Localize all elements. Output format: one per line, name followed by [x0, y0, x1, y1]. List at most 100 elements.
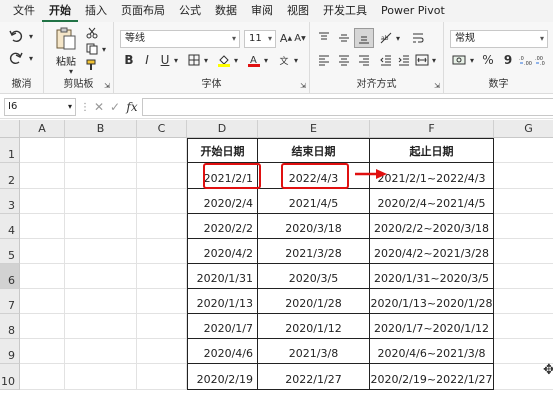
empty-cell[interactable] [20, 339, 65, 364]
empty-cell[interactable] [494, 163, 553, 189]
font-color-icon[interactable]: A [246, 52, 262, 68]
cell-end[interactable]: 2020/1/28 [258, 289, 370, 314]
empty-cell[interactable] [137, 339, 187, 364]
empty-cell[interactable] [20, 239, 65, 264]
cell-range[interactable]: 2020/4/6~2021/3/8 [370, 339, 494, 364]
empty-cell[interactable] [65, 289, 137, 314]
phonetic-icon[interactable]: 文 [276, 52, 292, 68]
copy-dropdown-icon[interactable]: ▾ [100, 42, 108, 56]
column-header-b[interactable]: B [65, 120, 137, 138]
menu-page-layout[interactable]: 页面布局 [114, 0, 172, 22]
select-all-corner[interactable] [0, 120, 20, 138]
comma-style-icon[interactable]: 9 [500, 52, 516, 68]
insert-function-icon[interactable]: fx [124, 99, 140, 115]
empty-cell[interactable] [137, 314, 187, 339]
empty-cell[interactable] [137, 138, 187, 163]
empty-cell[interactable] [494, 214, 553, 239]
name-box-dropdown-icon[interactable]: ▾ [68, 99, 72, 115]
borders-icon[interactable] [186, 52, 202, 68]
empty-cell[interactable] [65, 364, 137, 390]
empty-cell[interactable] [494, 314, 553, 339]
column-header-e[interactable]: E [258, 120, 370, 138]
cell-start[interactable]: 2020/4/6 [187, 339, 258, 364]
alignment-launcher-icon[interactable]: ⇲ [433, 82, 441, 90]
format-painter-icon[interactable] [84, 58, 100, 72]
empty-cell[interactable] [137, 214, 187, 239]
empty-cell[interactable] [137, 239, 187, 264]
cell-start[interactable]: 2020/1/13 [187, 289, 258, 314]
header-cell-start[interactable]: 开始日期 [187, 138, 258, 163]
row-header-3[interactable]: 3 [0, 189, 20, 214]
accounting-dropdown-icon[interactable]: ▾ [468, 52, 476, 68]
fill-color-dropdown-icon[interactable]: ▾ [232, 52, 240, 68]
empty-cell[interactable] [494, 289, 553, 314]
row-header-1[interactable]: 1 [0, 138, 20, 163]
menu-home[interactable]: 开始 [42, 0, 78, 22]
header-cell-range[interactable]: 起止日期 [370, 138, 494, 163]
row-header-10[interactable]: 10 [0, 364, 20, 390]
cell-end[interactable]: 2020/3/18 [258, 214, 370, 239]
underline-icon[interactable]: U [158, 52, 172, 68]
row-header-7[interactable]: 7 [0, 289, 20, 314]
accounting-format-icon[interactable] [450, 52, 468, 68]
menu-formulas[interactable]: 公式 [172, 0, 208, 22]
font-size-select[interactable]: 11 ▾ [244, 30, 276, 48]
menu-data[interactable]: 数据 [208, 0, 244, 22]
empty-cell[interactable] [65, 314, 137, 339]
phonetic-dropdown-icon[interactable]: ▾ [292, 52, 300, 68]
empty-cell[interactable] [65, 138, 137, 163]
empty-cell[interactable] [137, 189, 187, 214]
orientation-icon[interactable]: ab [378, 30, 394, 46]
empty-cell[interactable] [20, 289, 65, 314]
font-color-dropdown-icon[interactable]: ▾ [262, 52, 270, 68]
empty-cell[interactable] [65, 214, 137, 239]
bold-icon[interactable]: B [122, 52, 136, 68]
align-center-icon[interactable] [336, 52, 352, 68]
align-right-icon[interactable] [356, 52, 372, 68]
empty-cell[interactable] [65, 163, 137, 189]
cell-end[interactable]: 2022/1/27 [258, 364, 370, 390]
menu-file[interactable]: 文件 [6, 0, 42, 22]
decrease-font-icon[interactable]: A ▼ [294, 30, 306, 46]
cell-range[interactable]: 2020/2/4~2021/4/5 [370, 189, 494, 214]
row-header-2[interactable]: 2 [0, 163, 20, 189]
formula-input[interactable] [142, 98, 553, 116]
header-cell-end[interactable]: 结束日期 [258, 138, 370, 163]
cell-start[interactable]: 2020/4/2 [187, 239, 258, 264]
menu-developer[interactable]: 开发工具 [316, 0, 374, 22]
column-header-a[interactable]: A [20, 120, 65, 138]
formula-bar-splitter-icon[interactable]: ⋮ [80, 99, 90, 115]
menu-insert[interactable]: 插入 [78, 0, 114, 22]
number-format-select[interactable]: 常规 ▾ [450, 30, 548, 48]
row-header-4[interactable]: 4 [0, 214, 20, 239]
percent-style-icon[interactable]: % [480, 52, 496, 68]
cell-start[interactable]: 2020/2/4 [187, 189, 258, 214]
name-box[interactable]: I6 ▾ [4, 98, 76, 116]
align-middle-icon[interactable] [336, 30, 352, 46]
align-bottom-icon[interactable] [354, 28, 374, 48]
empty-cell[interactable] [20, 138, 65, 163]
cut-icon[interactable] [84, 26, 100, 40]
empty-cell[interactable] [20, 189, 65, 214]
cell-range[interactable]: 2020/1/7~2020/1/12 [370, 314, 494, 339]
empty-cell[interactable] [494, 339, 553, 364]
align-top-icon[interactable] [316, 30, 332, 46]
menu-review[interactable]: 审阅 [244, 0, 280, 22]
column-header-c[interactable]: C [137, 120, 187, 138]
cell-range[interactable]: 2020/2/19~2022/1/27 [370, 364, 494, 390]
empty-cell[interactable] [65, 189, 137, 214]
undo-icon[interactable] [8, 28, 24, 44]
cell-start[interactable]: 2020/2/2 [187, 214, 258, 239]
undo-dropdown-icon[interactable]: ▾ [26, 28, 36, 44]
empty-cell[interactable] [494, 239, 553, 264]
cell-end[interactable]: 2020/3/5 [258, 264, 370, 289]
empty-cell[interactable] [20, 364, 65, 390]
row-header-5[interactable]: 5 [0, 239, 20, 264]
column-header-f[interactable]: F [370, 120, 494, 138]
clipboard-launcher-icon[interactable]: ⇲ [103, 82, 111, 90]
font-launcher-icon[interactable]: ⇲ [299, 82, 307, 90]
cell-range[interactable]: 2020/1/13~2020/1/28 [370, 289, 494, 314]
row-header-9[interactable]: 9 [0, 339, 20, 364]
decrease-decimal-icon[interactable]: .00.0 [534, 52, 550, 68]
align-left-icon[interactable] [316, 52, 332, 68]
